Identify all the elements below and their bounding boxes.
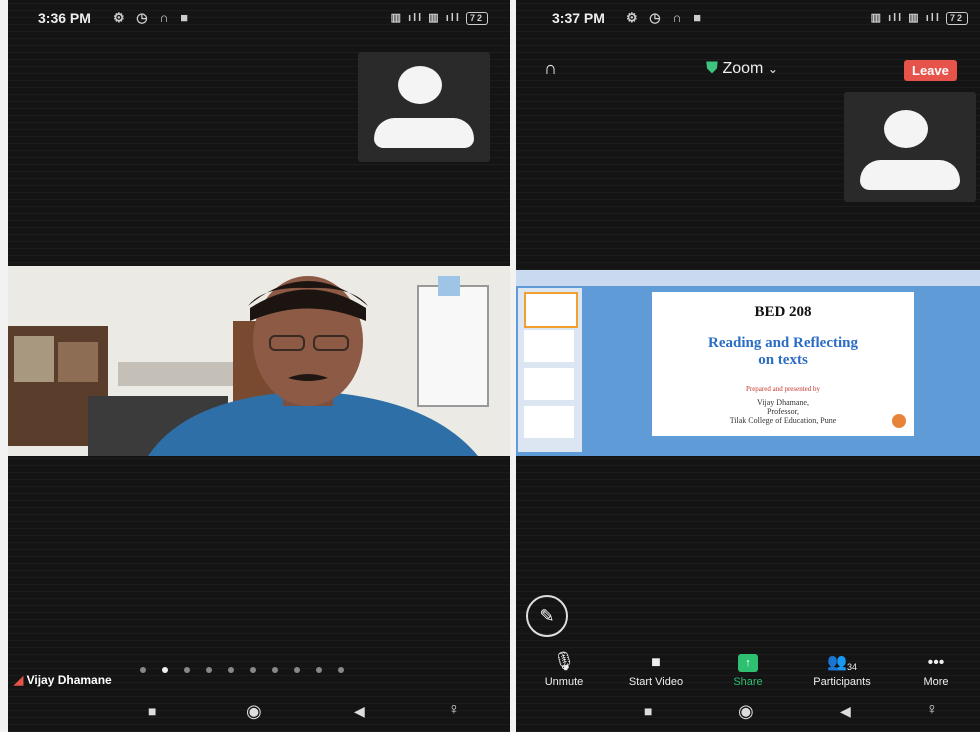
participants-icon: 👥: [827, 654, 847, 671]
avatar-head-icon: [398, 66, 442, 104]
participant-name-tag: ◢ Vijay Dhamane: [14, 673, 112, 687]
slide-title-line2: on texts: [758, 352, 808, 368]
back-icon[interactable]: ◀: [354, 703, 365, 720]
page-dot[interactable]: [272, 667, 278, 673]
unmute-label: Unmute: [544, 676, 584, 688]
status-bar: 3:36 PM ⚙ ◷ ∩ ■ ▥ ıll ▥ ıll 72: [8, 0, 510, 38]
shield-icon: ⛊: [706, 60, 719, 77]
slide-thumbnail[interactable]: [524, 330, 574, 362]
page-dot[interactable]: [184, 667, 190, 673]
page-dot[interactable]: [228, 667, 234, 673]
avatar-head-icon: [884, 110, 928, 148]
page-dot[interactable]: [338, 667, 344, 673]
slide-course-code: BED 208: [754, 304, 812, 320]
more-label: More: [923, 676, 949, 688]
audio-headset-icon[interactable]: ∩: [544, 58, 557, 79]
recents-icon[interactable]: ■: [148, 703, 156, 719]
muted-mic-icon: ◢: [14, 673, 24, 687]
self-video-tile[interactable]: [844, 92, 976, 202]
powerpoint-ribbon: [516, 270, 980, 286]
slide-prepared-by: Prepared and presented by: [745, 385, 821, 393]
page-dot[interactable]: [250, 667, 256, 673]
slide-title-line1: Reading and Reflecting: [708, 335, 858, 351]
slide-college: Tilak College of Education, Pune: [729, 416, 837, 425]
slide-thumbnail[interactable]: [524, 292, 578, 328]
pencil-icon: ✎: [539, 605, 555, 626]
android-nav-bar: ■ ◉ ◀ ♀: [516, 694, 980, 732]
muted-mic-icon: 🎙: [552, 651, 576, 671]
page-indicator[interactable]: [140, 667, 344, 673]
avatar-body-icon: [860, 160, 960, 190]
app-name: Zoom: [722, 60, 764, 77]
video-off-icon: ■: [651, 654, 661, 671]
share-button[interactable]: ↑ Share: [708, 650, 788, 688]
accessibility-icon[interactable]: ♀: [448, 701, 460, 719]
slide-presenter: Vijay Dhamane,: [757, 398, 809, 407]
share-label: Share: [733, 676, 763, 688]
participants-count: 34: [846, 662, 857, 672]
participants-button[interactable]: 👥 34 Participants: [802, 650, 882, 688]
current-slide: BED 208 Reading and Reflecting on texts …: [652, 292, 914, 436]
unmute-button[interactable]: 🎙 Unmute: [524, 650, 604, 688]
page-dot[interactable]: [206, 667, 212, 673]
leave-button[interactable]: Leave: [904, 60, 957, 81]
battery-icon: 72: [945, 12, 968, 25]
status-bar: 3:37 PM ⚙ ◷ ∩ ■ ▥ ıll ▥ ıll 72: [516, 0, 980, 38]
page-dot[interactable]: [294, 667, 300, 673]
slide-thumbnails-panel: [518, 288, 582, 452]
slide-logo-icon: [892, 414, 906, 428]
page-dot[interactable]: [316, 667, 322, 673]
speaker-video-image: [8, 266, 510, 456]
slide-role: Professor,: [767, 407, 799, 416]
annotate-pencil-button[interactable]: ✎: [526, 595, 568, 637]
start-video-label: Start Video: [628, 676, 684, 688]
battery-icon: 72: [465, 12, 488, 25]
participants-label: Participants: [813, 676, 871, 688]
chevron-down-icon: ⌄: [767, 62, 778, 76]
status-icons: ⚙ ◷ ∩ ■: [113, 10, 193, 25]
signal-icons: ▥ ıll ▥ ıll 72: [391, 11, 488, 25]
shared-screen: BED 208 Reading and Reflecting on texts …: [516, 270, 980, 456]
zoom-meeting-title[interactable]: ⛊ Zoom ⌄: [706, 60, 778, 78]
accessibility-icon[interactable]: ♀: [926, 701, 938, 719]
recents-icon[interactable]: ■: [644, 703, 652, 719]
page-dot[interactable]: [140, 667, 146, 673]
right-phone-screen: 3:37 PM ⚙ ◷ ∩ ■ ▥ ıll ▥ ıll 72 ∩ ⛊ Zoom …: [516, 0, 980, 732]
home-icon[interactable]: ◉: [246, 701, 262, 722]
slide-thumbnail[interactable]: [524, 406, 574, 438]
page-dot-active[interactable]: [162, 667, 168, 673]
status-time: 3:37 PM: [552, 10, 605, 26]
status-icons: ⚙ ◷ ∩ ■: [626, 10, 706, 25]
home-icon[interactable]: ◉: [738, 701, 754, 722]
self-video-tile[interactable]: [358, 52, 490, 162]
status-time: 3:36 PM: [38, 10, 91, 26]
slide-thumbnail[interactable]: [524, 368, 574, 400]
back-icon[interactable]: ◀: [840, 703, 851, 720]
more-button[interactable]: ••• More: [896, 650, 976, 688]
participant-name: Vijay Dhamane: [26, 673, 112, 687]
speaker-video: [8, 266, 510, 456]
share-icon: ↑: [738, 654, 758, 672]
avatar-body-icon: [374, 118, 474, 148]
start-video-button[interactable]: ■ Start Video: [616, 650, 696, 688]
signal-icons: ▥ ıll ▥ ıll 72: [871, 11, 968, 25]
more-dots-icon: •••: [927, 654, 945, 671]
left-phone-screen: 3:36 PM ⚙ ◷ ∩ ■ ▥ ıll ▥ ıll 72 ◢ Vijay D…: [8, 0, 510, 732]
android-nav-bar: ■ ◉ ◀ ♀: [8, 694, 510, 732]
